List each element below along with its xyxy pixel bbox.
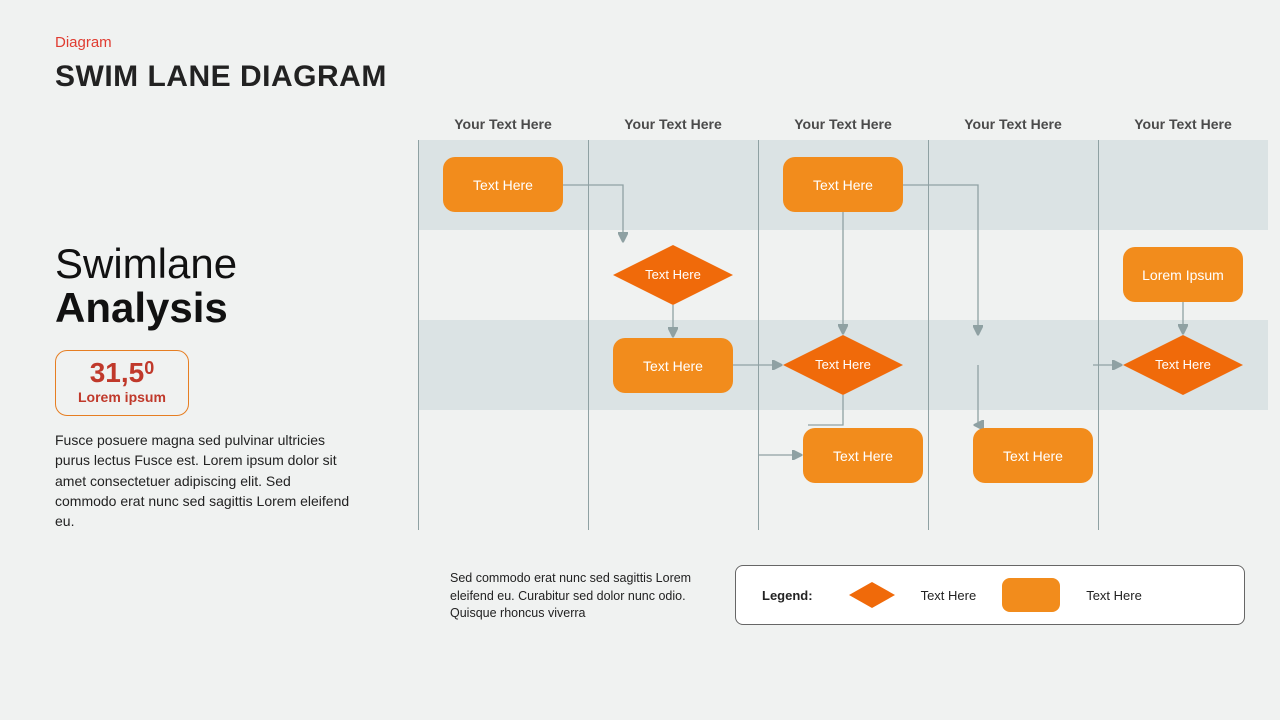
process-box[interactable]: Text Here — [783, 157, 903, 212]
metric-box: 31,50 Lorem ipsum — [55, 350, 189, 416]
metric-super: 0 — [144, 358, 154, 378]
process-box[interactable]: Text Here — [973, 428, 1093, 483]
subtitle-line1: Swimlane — [55, 240, 237, 287]
lane-header: Your Text Here — [588, 116, 758, 132]
process-box[interactable]: Text Here — [443, 157, 563, 212]
legend-diamond-icon — [849, 582, 895, 608]
decision-diamond[interactable]: Text Here — [783, 335, 903, 395]
process-box[interactable]: Lorem Ipsum — [1123, 247, 1243, 302]
process-box[interactable]: Text Here — [613, 338, 733, 393]
subtitle: Swimlane Analysis — [55, 242, 237, 330]
decision-label: Text Here — [1155, 358, 1211, 372]
legend-rect-text: Text Here — [1086, 588, 1142, 603]
legend-box: Legend: Text Here Text Here — [735, 565, 1245, 625]
lane-header: Your Text Here — [418, 116, 588, 132]
process-box[interactable]: Text Here — [803, 428, 923, 483]
subtitle-line2: Analysis — [55, 284, 228, 331]
legend-label: Legend: — [762, 588, 813, 603]
metric-number: 31,5 — [90, 357, 145, 388]
legend-rect-icon — [1002, 578, 1060, 612]
page-title: SWIM LANE DIAGRAM — [55, 60, 387, 94]
footnote-text: Sed commodo erat nunc sed sagittis Lorem… — [450, 570, 710, 623]
metric-label: Lorem ipsum — [78, 389, 166, 405]
eyebrow-label: Diagram — [55, 34, 112, 51]
decision-label: Text Here — [815, 358, 871, 372]
decision-label: Text Here — [645, 268, 701, 282]
lane-header: Your Text Here — [928, 116, 1098, 132]
swimlane-chart: Text Here Text Here Text Here Lorem Ipsu… — [418, 140, 1268, 520]
lane-header: Your Text Here — [1098, 116, 1268, 132]
decision-diamond[interactable]: Text Here — [613, 245, 733, 305]
legend-diamond-text: Text Here — [921, 588, 977, 603]
metric-value: 31,50 — [78, 359, 166, 387]
decision-diamond[interactable]: Text Here — [1123, 335, 1243, 395]
lane-header: Your Text Here — [758, 116, 928, 132]
body-text: Fusce posuere magna sed pulvinar ultrici… — [55, 430, 355, 531]
